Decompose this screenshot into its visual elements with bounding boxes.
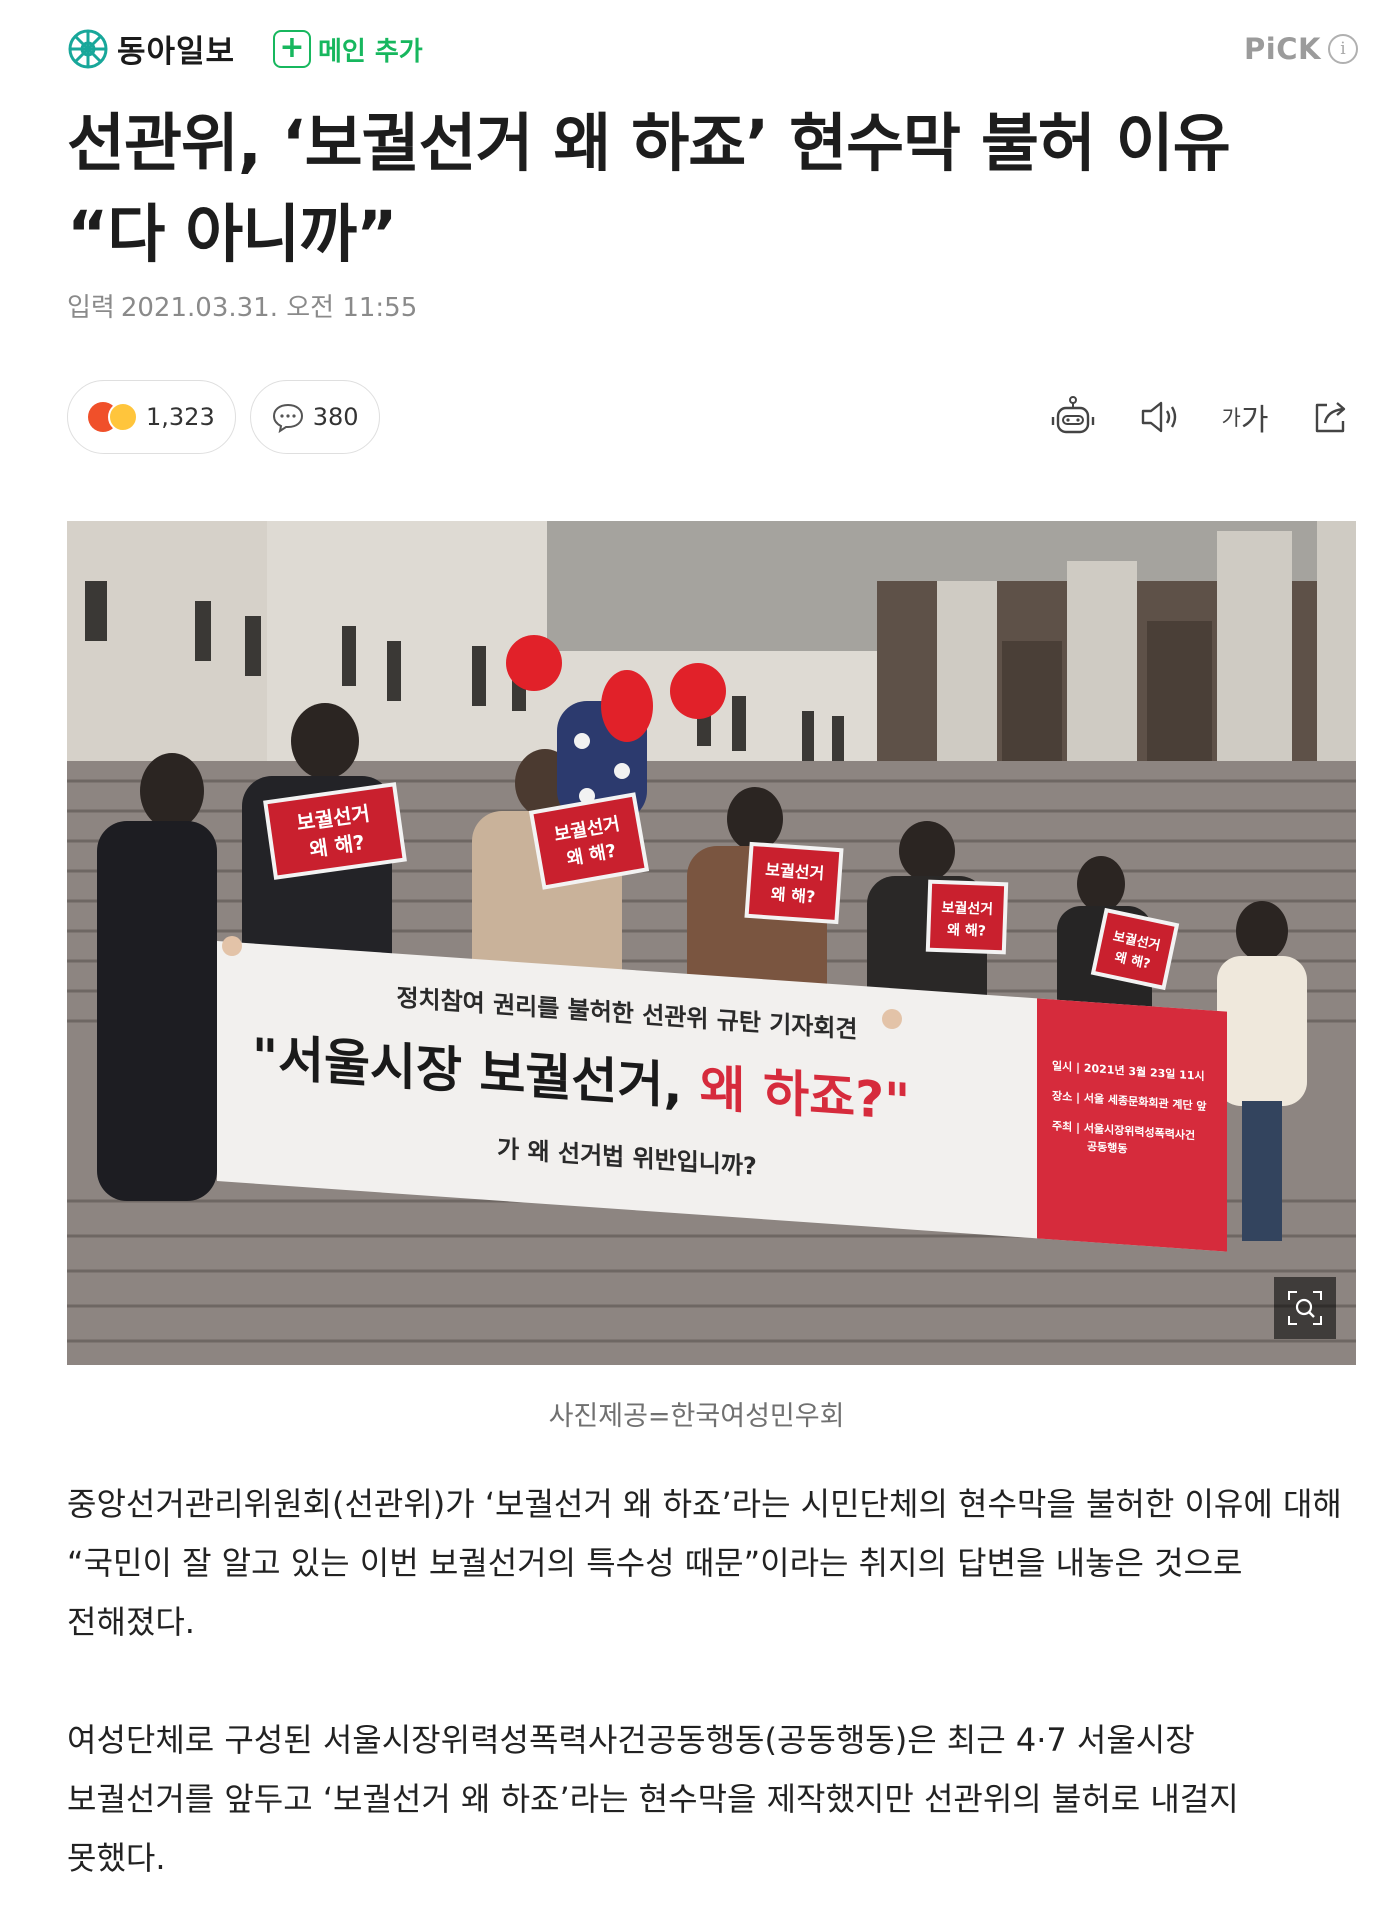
reaction-button[interactable]: 1,323	[67, 380, 236, 454]
speech-bubble-icon	[272, 403, 303, 434]
brand-logo-link[interactable]: 동아일보	[67, 26, 235, 71]
article-body: 중앙선거관리위원회(선관위)가 ‘보궐선거 왜 하죠’라는 시민단체의 현수막을…	[67, 1475, 1342, 1912]
article-photo[interactable]: 보궐선거 왜 해? 보궐선거 왜 해? 보궐선거 왜 해? 보궐선거 왜 해? …	[67, 521, 1356, 1365]
photo-caption: 사진제공=한국여성민우회	[548, 1401, 845, 1432]
sign-text-6: 왜 해?	[770, 884, 816, 906]
top-bar: 동아일보 + 메인 추가 PiCK i	[67, 26, 1358, 72]
brand-name: 동아일보	[117, 34, 236, 70]
info-icon[interactable]: i	[1328, 34, 1358, 64]
robot-icon	[1051, 396, 1095, 434]
sign-text-8: 왜 해?	[947, 922, 986, 939]
article-dateline: 입력 2021.03.31. 오전 11:55	[67, 287, 417, 324]
add-to-main-button[interactable]: + 메인 추가	[273, 30, 423, 68]
zoom-icon	[1288, 1291, 1322, 1325]
font-large-label: 가	[1240, 403, 1269, 438]
article-title: 선관위, ‘보궐선거 왜 하죠’ 현수막 불허 이유 “다 아니까”	[67, 107, 1231, 271]
photo-zoom-button[interactable]	[1274, 1277, 1336, 1339]
share-button[interactable]	[1306, 392, 1356, 442]
speaker-icon	[1141, 401, 1177, 433]
banner-side-4: 공동행동	[1087, 1139, 1127, 1156]
pick-badge: PiCK i	[1244, 32, 1358, 66]
surprised-emoji-icon	[108, 402, 138, 432]
date-label: 입력	[67, 293, 115, 323]
listen-button[interactable]	[1134, 392, 1184, 442]
article-paragraph: 중앙선거관리위원회(선관위)가 ‘보궐선거 왜 하죠’라는 시민단체의 현수막을…	[67, 1485, 1342, 1641]
sign-text-7: 보궐선거	[941, 900, 993, 918]
comment-count: 380	[312, 403, 359, 431]
summary-bot-button[interactable]	[1048, 392, 1098, 442]
article-paragraph: 여성단체로 구성된 서울시장위력성폭력사건공동행동(공동행동)은 최근 4·7 …	[67, 1721, 1239, 1877]
pick-label: PiCK	[1244, 32, 1321, 66]
plus-icon: +	[273, 30, 311, 68]
article-tools: 가가	[1012, 392, 1356, 442]
reaction-count: 1,323	[146, 403, 215, 431]
date-value: 2021.03.31. 오전 11:55	[120, 293, 418, 323]
reaction-bar: 1,323 380	[67, 380, 394, 454]
font-small-label: 가	[1221, 406, 1241, 430]
dongA-logo-icon	[68, 29, 108, 68]
font-size-button[interactable]: 가가	[1220, 392, 1270, 442]
protest-photo: 보궐선거 왜 해? 보궐선거 왜 해? 보궐선거 왜 해? 보궐선거 왜 해? …	[67, 521, 1356, 1365]
share-icon	[1315, 402, 1346, 433]
add-to-main-label: 메인 추가	[318, 36, 423, 67]
comment-button[interactable]: 380	[249, 380, 380, 454]
